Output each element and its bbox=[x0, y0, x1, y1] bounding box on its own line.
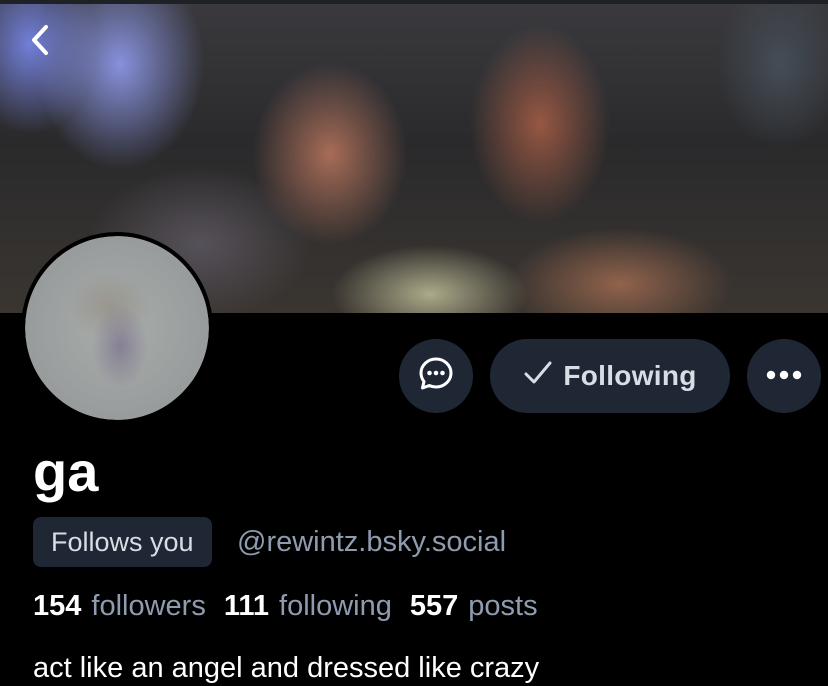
ellipsis-icon bbox=[765, 367, 803, 385]
chevron-left-icon bbox=[29, 23, 51, 62]
profile-stats: 154 followers 111 following 557 posts bbox=[33, 588, 538, 624]
avatar-image bbox=[25, 236, 209, 420]
following-stat[interactable]: 111 following bbox=[224, 588, 392, 624]
message-button[interactable] bbox=[399, 339, 473, 413]
posts-label: posts bbox=[468, 590, 538, 622]
profile-bio: act like an angel and dressed like crazy bbox=[33, 652, 540, 684]
posts-stat: 557 posts bbox=[410, 588, 538, 624]
posts-count: 557 bbox=[409, 590, 459, 622]
more-options-button[interactable] bbox=[747, 339, 821, 413]
following-button-label: Following bbox=[563, 360, 697, 391]
followers-stat[interactable]: 154 followers bbox=[33, 588, 206, 624]
follows-you-badge: Follows you bbox=[33, 517, 212, 567]
chat-bubble-icon bbox=[417, 355, 455, 398]
back-button[interactable] bbox=[24, 22, 56, 62]
followers-label: followers bbox=[91, 590, 206, 622]
avatar[interactable] bbox=[21, 232, 213, 424]
following-button[interactable]: Following bbox=[490, 339, 730, 413]
handle: @rewintz.bsky.social bbox=[237, 526, 507, 558]
followers-count: 154 bbox=[33, 590, 82, 622]
display-name: ga bbox=[33, 440, 99, 503]
following-count: 111 bbox=[223, 590, 270, 622]
following-label: following bbox=[279, 590, 392, 622]
checkmark-icon bbox=[523, 360, 553, 393]
